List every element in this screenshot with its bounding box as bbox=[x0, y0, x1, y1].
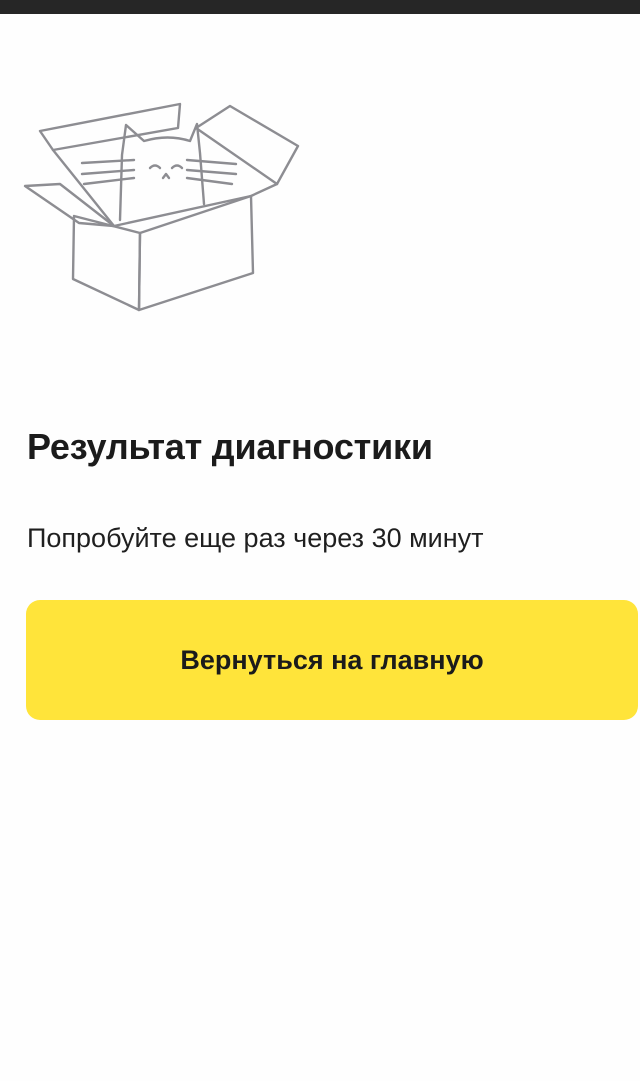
result-title: Результат диагностики bbox=[27, 426, 433, 467]
back-home-button[interactable]: Вернуться на главную bbox=[26, 600, 638, 720]
cat-in-box-icon bbox=[22, 98, 304, 316]
status-bar bbox=[0, 0, 640, 14]
back-home-button-label: Вернуться на главную bbox=[180, 644, 484, 675]
retry-message: Попробуйте еще раз через 30 минут bbox=[27, 523, 484, 553]
